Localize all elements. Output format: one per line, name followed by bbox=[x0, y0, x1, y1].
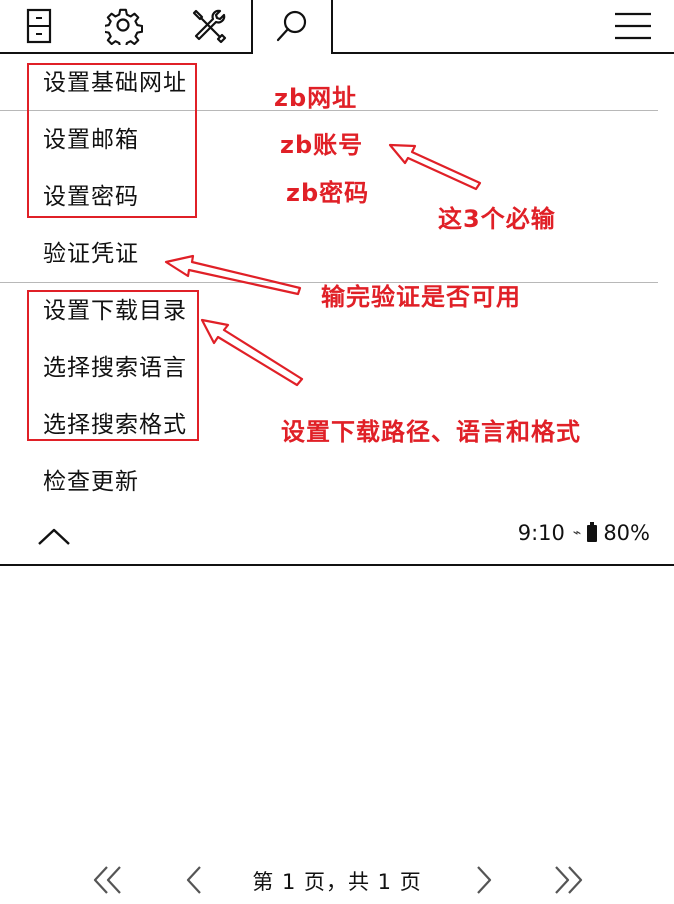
file-cabinet-icon[interactable] bbox=[19, 6, 59, 46]
annotation-zb-account: zb账号 bbox=[280, 131, 364, 159]
annotation-download: 设置下载路径、语言和格式 bbox=[281, 418, 581, 446]
clock-time: 9:10 bbox=[517, 521, 565, 545]
battery-icon bbox=[587, 521, 598, 542]
chevron-up-icon[interactable] bbox=[36, 522, 72, 550]
battery-level: 80% bbox=[603, 521, 650, 545]
tools-icon[interactable] bbox=[189, 6, 229, 46]
wifi-icon: ⌁ bbox=[572, 525, 582, 541]
panel-bottom-border bbox=[0, 564, 674, 566]
annotation-verify: 输完验证是否可用 bbox=[321, 283, 521, 311]
annotation-box-download bbox=[27, 290, 199, 441]
annotation-zb-password: zb密码 bbox=[286, 179, 370, 207]
top-toolbar bbox=[0, 0, 674, 54]
tab-search[interactable] bbox=[251, 0, 333, 54]
menu-item-verify-credentials[interactable]: 验证凭证 bbox=[43, 239, 139, 269]
annotation-box-required bbox=[27, 63, 197, 218]
gear-icon[interactable] bbox=[104, 6, 144, 46]
toolbar-bottom-border bbox=[333, 52, 674, 54]
search-icon bbox=[272, 6, 312, 46]
annotation-required: 这3个必输 bbox=[438, 205, 556, 233]
annotation-zb-url: zb网址 bbox=[274, 84, 358, 112]
toolbar-bottom-border bbox=[0, 52, 252, 54]
status-bar: 9:10 ⌁ 80% bbox=[518, 521, 650, 545]
hamburger-menu-icon[interactable] bbox=[613, 6, 653, 46]
last-page-icon[interactable] bbox=[548, 862, 588, 898]
next-page-icon[interactable] bbox=[466, 862, 502, 898]
menu-item-check-updates[interactable]: 检查更新 bbox=[43, 467, 139, 497]
